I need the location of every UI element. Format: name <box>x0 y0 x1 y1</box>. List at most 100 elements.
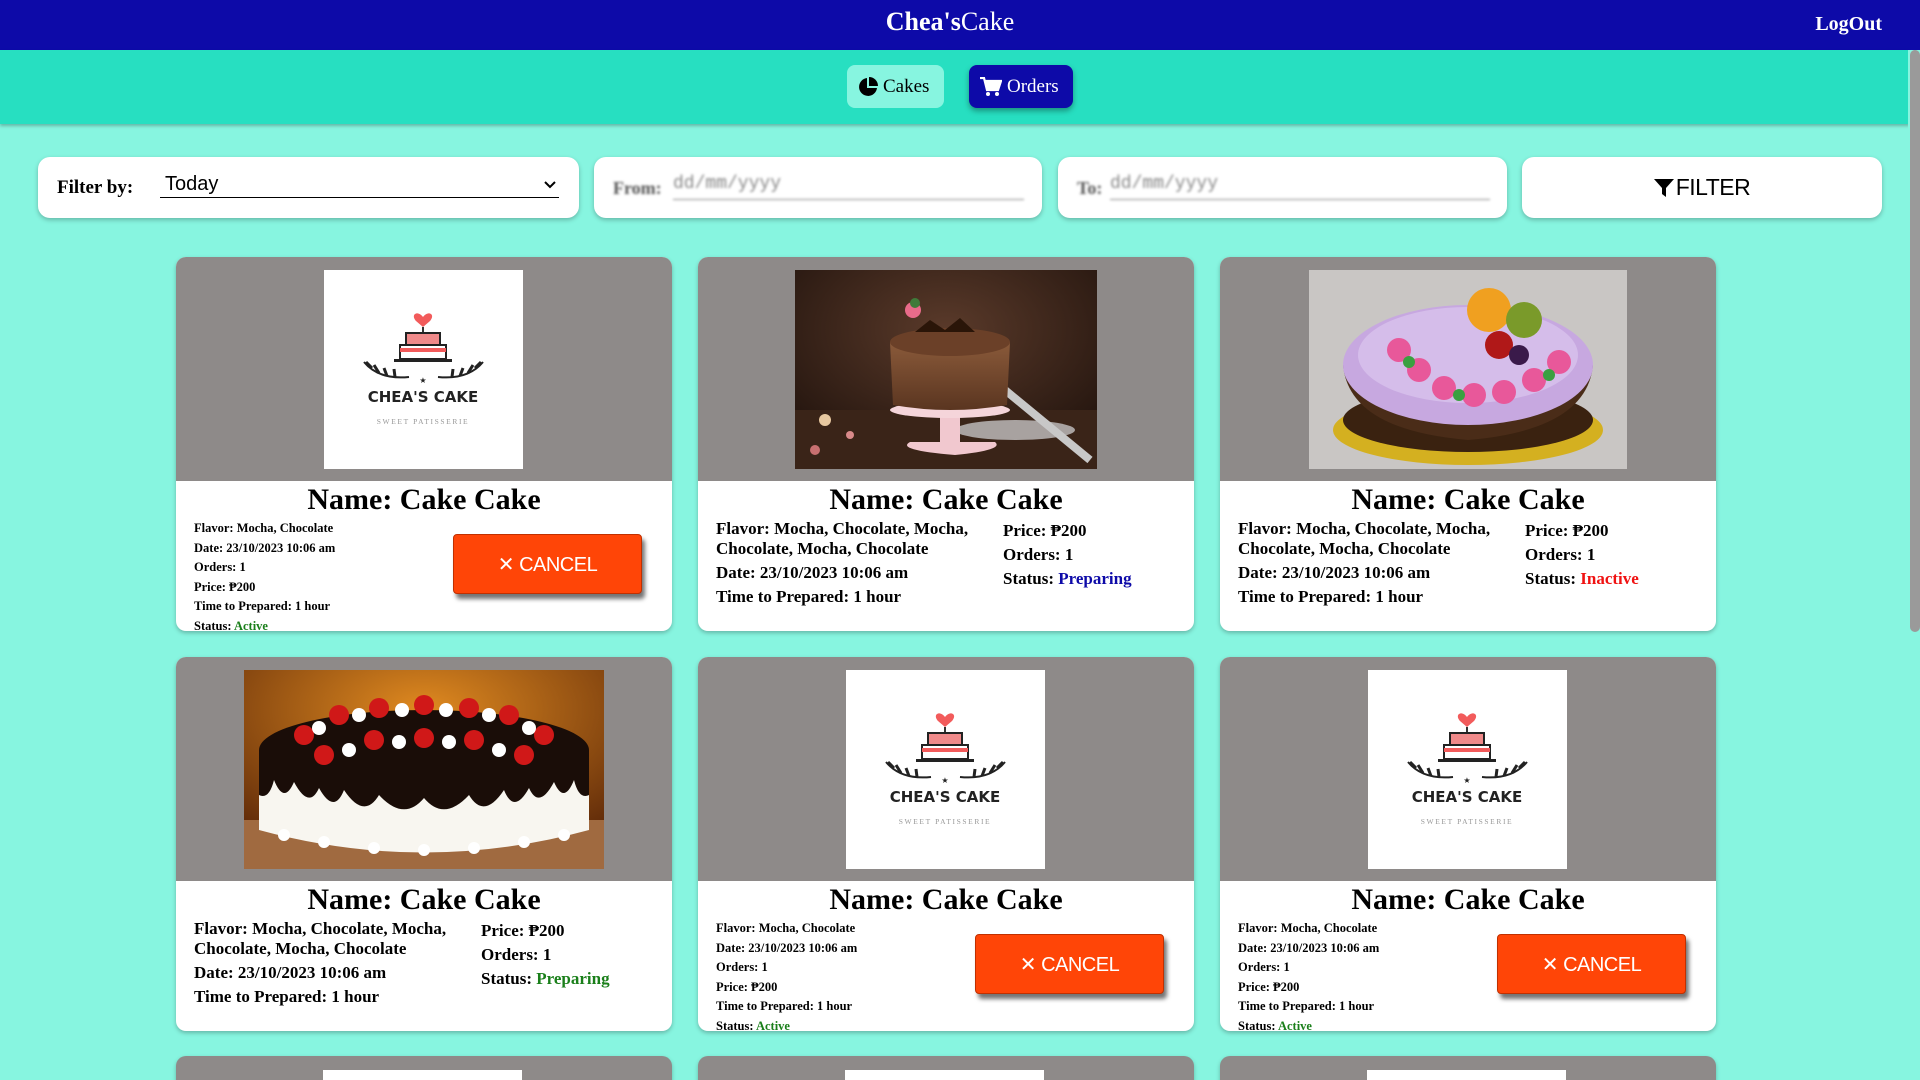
time-text: Time to Prepared: 1 hour <box>716 999 853 1014</box>
orders-text: Orders: 1 <box>194 560 246 575</box>
to-date-box: To: dd/mm/yyyy <box>1058 157 1507 218</box>
status-label: Status: <box>481 969 533 988</box>
price-text: Price: ₱200 <box>1525 521 1609 540</box>
status-badge: Active <box>233 618 268 631</box>
status-label: Status: <box>1003 569 1055 588</box>
svg-text:★: ★ <box>941 776 948 785</box>
scrollbar-thumb[interactable] <box>1910 50 1920 632</box>
strawberry-drip-cake-image <box>244 670 604 869</box>
time-text: Time to Prepared: 1 hour <box>194 987 380 1006</box>
cake-name: Name: Cake Cake <box>1351 483 1585 516</box>
logo-subtitle: SWEET PATISSERIE <box>899 817 992 826</box>
order-card: ★ CHEA'S CAKE SWEET PATISSERIE Name: Cak… <box>176 257 672 631</box>
flavor-text: Flavor: Mocha, Chocolate <box>194 521 334 535</box>
order-card: Name: Cake Cake Flavor: Mocha, Chocolate… <box>176 657 672 1031</box>
card-image-partial <box>323 1070 522 1080</box>
nav-cakes-button[interactable]: Cakes <box>847 65 944 108</box>
to-label: To: <box>1077 178 1103 198</box>
from-label: From: <box>613 178 662 198</box>
order-card-partial <box>698 1056 1194 1080</box>
order-card: ★ CHEA'S CAKE SWEET PATISSERIE Name: Cak… <box>698 657 1194 1031</box>
cake-name: Name: Cake Cake <box>307 483 541 516</box>
order-card: Name: Cake Cake Flavor: Mocha, Chocolate… <box>698 257 1194 631</box>
date-text: Date: 23/10/2023 10:06 am <box>716 940 858 955</box>
status-line: Status: Active <box>1238 1017 1379 1031</box>
order-details-right: Price: ₱200 Orders: 1 Status: Preparing <box>481 919 610 991</box>
logo-title: CHEA'S CAKE <box>368 388 479 406</box>
order-details: Flavor: Mocha, Chocolate Date: 23/10/202… <box>1238 919 1379 1031</box>
nav-orders-button[interactable]: Orders <box>969 65 1073 108</box>
cancel-button[interactable]: ✕ CANCEL <box>453 534 642 594</box>
order-details-right: Price: ₱200 Orders: 1 Status: Preparing <box>1003 519 1132 591</box>
nav-cakes-label: Cakes <box>883 75 930 97</box>
orders-text: Orders: 1 <box>1003 545 1074 564</box>
price-text: Price: ₱200 <box>194 579 256 594</box>
fruit-flower-cake-image <box>1309 270 1627 469</box>
price-text: Price: ₱200 <box>1003 521 1087 540</box>
from-date-box: From: dd/mm/yyyy <box>594 157 1042 218</box>
order-details: Flavor: Mocha, Chocolate Date: 23/10/202… <box>194 519 335 631</box>
status-badge: Preparing <box>536 969 610 988</box>
time-text: Time to Prepared: 1 hour <box>194 599 331 614</box>
chocolate-mousse-cake-image <box>795 270 1097 469</box>
status-label: Status: <box>716 1018 754 1031</box>
card-image-area: ★ CHEA'S CAKE SWEET PATISSERIE <box>698 657 1194 881</box>
cake-name: Name: Cake Cake <box>829 483 1063 516</box>
status-label: Status: <box>1238 1018 1276 1031</box>
order-details-left: Flavor: Mocha, Chocolate, Mocha, Chocola… <box>716 519 996 607</box>
cart-icon <box>980 76 1002 96</box>
cake-name: Name: Cake Cake <box>307 883 541 916</box>
status-line: Status: Inactive <box>1525 567 1639 591</box>
to-date-input[interactable]: dd/mm/yyyy <box>1110 174 1490 200</box>
cake-logo-image: ★ CHEA'S CAKE SWEET PATISSERIE <box>1368 670 1567 869</box>
order-card-partial <box>1220 1056 1716 1080</box>
card-image-area <box>1220 257 1716 481</box>
flavor-text: Flavor: Mocha, Chocolate <box>1238 921 1378 935</box>
nav-bar: Cakes Orders <box>0 50 1910 124</box>
filter-button[interactable]: FILTER <box>1522 157 1882 218</box>
brand-title: Chea'sCake <box>0 7 1900 37</box>
status-badge: Active <box>1277 1018 1312 1031</box>
filter-by-box: Filter by: Today <box>38 157 579 218</box>
card-image-partial <box>845 1070 1044 1080</box>
date-text: Date: 23/10/2023 10:06 am <box>1238 940 1380 955</box>
flavor-text: Flavor: Mocha, Chocolate, Mocha, Chocola… <box>716 519 969 558</box>
flavor-text: Flavor: Mocha, Chocolate, Mocha, Chocola… <box>194 919 447 958</box>
card-image-area: ★ CHEA'S CAKE SWEET PATISSERIE <box>176 257 672 481</box>
filter-by-value: Today <box>165 173 219 195</box>
cake-name: Name: Cake Cake <box>829 883 1063 916</box>
from-date-input[interactable]: dd/mm/yyyy <box>673 174 1024 200</box>
filter-by-select[interactable]: Today <box>160 173 559 198</box>
top-bar: Chea'sCake LogOut <box>0 0 1920 50</box>
status-line: Status: Active <box>194 617 335 631</box>
status-badge: Active <box>755 1018 790 1031</box>
filter-button-label: FILTER <box>1675 174 1751 200</box>
card-image-area: ★ CHEA'S CAKE SWEET PATISSERIE <box>1220 657 1716 881</box>
order-details-right: Price: ₱200 Orders: 1 Status: Inactive <box>1525 519 1639 591</box>
logo-title: CHEA'S CAKE <box>1412 788 1523 806</box>
flavor-text: Flavor: Mocha, Chocolate, Mocha, Chocola… <box>1238 519 1491 558</box>
cancel-button[interactable]: ✕ CANCEL <box>1497 934 1686 994</box>
logo-subtitle: SWEET PATISSERIE <box>1421 817 1514 826</box>
cancel-button[interactable]: ✕ CANCEL <box>975 934 1164 994</box>
cake-logo-image: ★ CHEA'S CAKE SWEET PATISSERIE <box>846 670 1045 869</box>
status-label: Status: <box>194 618 232 631</box>
card-image-area <box>176 657 672 881</box>
cake-logo-image: ★ CHEA'S CAKE SWEET PATISSERIE <box>324 270 523 469</box>
status-label: Status: <box>1525 569 1577 588</box>
cake-name: Name: Cake Cake <box>1351 883 1585 916</box>
time-text: Time to Prepared: 1 hour <box>1238 587 1424 606</box>
flavor-text: Flavor: Mocha, Chocolate <box>716 921 856 935</box>
orders-text: Orders: 1 <box>716 960 768 975</box>
date-text: Date: 23/10/2023 10:06 am <box>1238 563 1431 582</box>
card-image-partial <box>1367 1070 1566 1080</box>
order-details: Flavor: Mocha, Chocolate Date: 23/10/202… <box>716 919 857 1031</box>
logout-link[interactable]: LogOut <box>1815 13 1882 36</box>
funnel-icon <box>1653 178 1674 197</box>
nav-orders-label: Orders <box>1007 75 1059 97</box>
order-details-left: Flavor: Mocha, Chocolate, Mocha, Chocola… <box>1238 519 1518 607</box>
order-details-left: Flavor: Mocha, Chocolate, Mocha, Chocola… <box>194 919 474 1007</box>
time-text: Time to Prepared: 1 hour <box>1238 999 1375 1014</box>
status-line: Status: Preparing <box>1003 567 1132 591</box>
svg-text:★: ★ <box>419 376 426 385</box>
